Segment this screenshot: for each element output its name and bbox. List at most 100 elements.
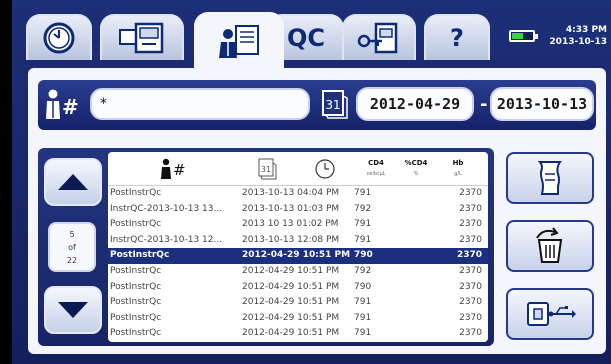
svg-text:#: #: [62, 95, 79, 119]
row-patient-id: InstrQC-2013-10-13 13...: [110, 203, 223, 214]
table-row[interactable]: PostInstrQc 2012-04-29 10:51 PM 791 2370: [108, 311, 488, 327]
time-column-icon[interactable]: [314, 158, 336, 180]
table-row[interactable]: PostInstrQc 2012-04-29 10:51 PM 791 2370: [108, 326, 488, 342]
date-column-icon[interactable]: 31: [258, 158, 278, 180]
row-cd4: 790: [354, 281, 372, 292]
table-row[interactable]: InstrQC-2013-10-13 12... 2013-10-13 12:08…: [108, 233, 488, 249]
clock-date: 2013-10-13: [549, 37, 607, 47]
row-hb: 2370: [459, 312, 482, 323]
row-datetime: 2012-04-29 10:51 PM: [242, 328, 340, 339]
svg-text:31: 31: [325, 98, 340, 112]
row-cd4: 791: [354, 312, 372, 323]
usb-export-button[interactable]: [506, 288, 594, 340]
scroll-down-button[interactable]: [44, 286, 102, 334]
row-patient-id: InstrQC-2013-10-13 12...: [110, 234, 223, 245]
filter-bar: # * 31 2012-04-29 - 2013-10-13: [38, 80, 596, 130]
scroll-up-button[interactable]: [44, 158, 102, 206]
delete-button[interactable]: [506, 220, 594, 272]
trash-icon: [536, 227, 563, 263]
table-header: # 31 CD4 cells/µL %CD4 % Hb g/L: [108, 152, 488, 186]
row-datetime: 2012-04-29 10:51 PM: [242, 297, 340, 308]
pct-cd4-column-unit: %: [413, 171, 419, 177]
row-datetime: 2013-10-13 12:08 PM: [242, 234, 340, 245]
svg-text:31: 31: [261, 165, 271, 174]
row-patient-id: PostInstrQc: [110, 188, 162, 198]
key-door-icon: [357, 22, 398, 54]
row-cd4: 791: [354, 297, 372, 308]
results-area: 5 of 22 # 31 CD4 cells/µL %CD4 % Hb g/L …: [38, 148, 494, 346]
patient-id-input[interactable]: *: [90, 88, 310, 120]
clock-icon: [43, 22, 75, 54]
page-current: 5: [69, 230, 75, 239]
row-datetime: 2013 10 13 01:02 PM: [242, 219, 339, 230]
tab-help-label: ?: [450, 24, 464, 52]
arrow-down-icon: [58, 302, 88, 318]
table-row[interactable]: InstrQC-2013-10-13 13... 2013-10-13 01:03…: [108, 202, 488, 218]
svg-text:#: #: [173, 161, 186, 179]
battery-level: [512, 33, 524, 39]
usb-icon: [527, 302, 576, 326]
hb-column-unit: g/L: [454, 171, 462, 177]
patient-id-column-icon[interactable]: #: [160, 158, 194, 180]
arrow-up-icon: [58, 174, 88, 190]
row-datetime: 2013-10-13 04:04 PM: [242, 188, 340, 198]
row-patient-id: PostInstrQc: [110, 265, 162, 276]
row-datetime: 2012-04-29 10:51 PM: [242, 250, 351, 261]
instrument-icon: [119, 22, 164, 54]
row-hb: 2370: [456, 250, 482, 261]
table-row[interactable]: PostInstrQc 2012-04-29 10:51 PM 790 2370: [108, 280, 488, 296]
date-to-field[interactable]: 2013-10-13: [490, 87, 594, 121]
table-row[interactable]: PostInstrQc 2013 10 13 01:02 PM 791 2370: [108, 217, 488, 233]
paper-roll-icon: [537, 161, 562, 195]
cd4-column-header[interactable]: CD4: [356, 158, 396, 168]
row-cd4: 791: [354, 188, 372, 198]
page-indicator: 5 of 22: [48, 222, 96, 272]
date-to-value: 2013-10-13: [496, 95, 588, 113]
patient-id-icon: #: [46, 89, 79, 119]
tab-patient-records[interactable]: [194, 12, 284, 70]
row-hb: 2370: [459, 203, 482, 214]
patient-id-value: *: [100, 96, 107, 112]
row-datetime: 2012-04-29 10:51 PM: [242, 281, 340, 292]
row-cd4: 792: [354, 203, 372, 214]
row-cd4: 790: [354, 250, 373, 261]
clock-time: 4:33 PM: [565, 25, 607, 35]
row-hb: 2370: [459, 328, 482, 339]
row-hb: 2370: [459, 188, 482, 198]
table-row[interactable]: PostInstrQc 2013-10-13 04:04 PM 791 2370: [108, 186, 488, 202]
tab-instrument[interactable]: [100, 14, 184, 60]
row-hb: 2370: [459, 281, 482, 292]
hb-column-header[interactable]: Hb: [438, 158, 478, 168]
table-row[interactable]: PostInstrQc 2012-04-29 10:51 PM 790 2370: [108, 248, 488, 264]
row-datetime: 2012-04-29 10:51 PM: [242, 265, 340, 276]
table-body: PostInstrQc 2013-10-13 04:04 PM 791 2370 Ins…: [108, 186, 488, 342]
clock: 4:33 PM 2013-10-13: [549, 24, 607, 48]
date-from-value: 2012-04-29: [369, 95, 461, 113]
row-patient-id: PostInstrQc: [110, 250, 170, 261]
tab-history[interactable]: [26, 14, 92, 60]
table-row[interactable]: PostInstrQc 2012-04-29 10:51 PM 791 2370: [108, 295, 488, 311]
main-panel: # * 31 2012-04-29 - 2013-10-13 5 of 22 #…: [28, 68, 606, 354]
page-total: 22: [66, 256, 78, 265]
pct-cd4-column-header[interactable]: %CD4: [396, 158, 436, 168]
row-hb: 2370: [459, 219, 482, 230]
row-cd4: 791: [354, 234, 372, 245]
results-table: # 31 CD4 cells/µL %CD4 % Hb g/L PostInst…: [108, 152, 488, 342]
row-patient-id: PostInstrQc: [110, 281, 162, 292]
date-from-field[interactable]: 2012-04-29: [356, 87, 474, 121]
tab-settings[interactable]: [342, 14, 416, 60]
print-button[interactable]: [506, 152, 594, 204]
cd4-column-unit: cells/µL: [366, 171, 386, 177]
battery-icon: [509, 30, 539, 42]
screen: QC ? 4:33 PM 2013-10-13 # * 31 2012-04-2…: [12, 0, 611, 364]
patient-records-icon: [219, 25, 259, 58]
status-area: 4:33 PM 2013-10-13: [487, 20, 607, 52]
tab-qc-label: QC: [286, 24, 325, 52]
tab-help[interactable]: ?: [424, 14, 490, 60]
table-row[interactable]: PostInstrQc 2012-04-29 10:51 PM 792 2370: [108, 264, 488, 280]
calendar-icon[interactable]: 31: [320, 88, 350, 120]
row-hb: 2370: [459, 265, 482, 276]
row-datetime: 2012-04-29 10:51 PM: [242, 312, 340, 323]
row-hb: 2370: [459, 234, 482, 245]
row-patient-id: PostInstrQc: [110, 297, 162, 308]
